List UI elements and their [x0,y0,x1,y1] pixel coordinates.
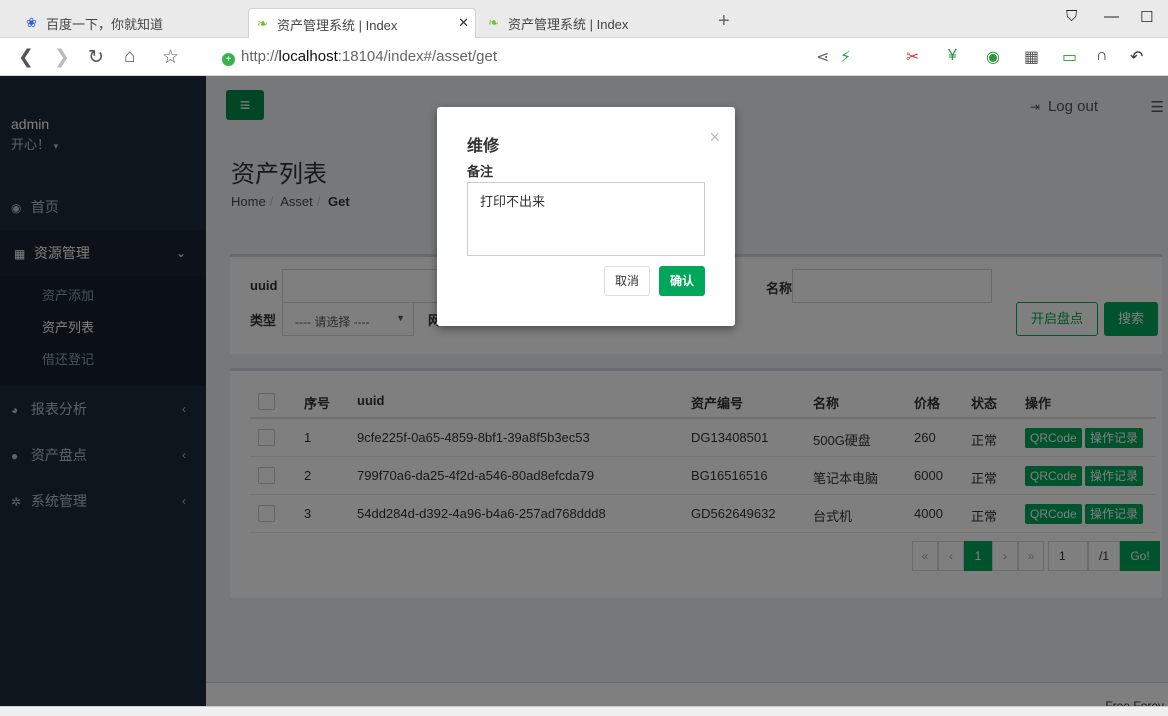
tab-title: 资产管理系统 | Index [508,17,629,32]
browser-tab-baidu[interactable]: ❀ 百度一下，你就知道 [18,8,173,38]
star-icon[interactable]: ☆ [162,46,179,69]
modal-title: 维修 [467,138,500,155]
paw-icon: ❀ [26,15,37,30]
battery-icon[interactable]: ▭ [1062,47,1077,67]
chat-icon[interactable]: ◉ [986,47,1000,67]
leaf-icon: ❧ [257,16,268,31]
currency-icon[interactable]: ¥ [948,47,957,65]
tab-title: 资产管理系统 | Index [277,18,398,33]
address-bar: ❮ ❯ ↻ ⌂ ☆ + http://localhost:18104/index#… [0,38,1168,76]
back-icon[interactable]: ❮ [18,46,34,69]
url-field[interactable]: + http://localhost:18104/index#/asset/get [222,48,497,66]
remark-textarea[interactable]: 打印不出来 [467,182,705,256]
home-icon[interactable]: ⌂ [124,46,135,68]
headphones-icon[interactable]: ∩ [1096,47,1108,65]
lightning-icon[interactable]: ⚡ [840,47,851,67]
browser-tab-index[interactable]: ❧ 资产管理系统 | Index [480,8,638,38]
browser-tab-bar: ❀ 百度一下，你就知道 ❧ 资产管理系统 | Index ✕ ❧ 资产管理系统 … [0,0,1168,38]
close-tab-icon[interactable]: ✕ [458,15,469,31]
secure-icon: + [222,53,235,66]
cancel-button[interactable]: 取消 [604,266,650,296]
shirt-icon[interactable]: ⛉ [1066,8,1077,25]
scissors-icon[interactable]: ✂ [906,47,919,67]
reload-icon[interactable]: ↻ [88,46,104,69]
url-host: localhost [278,48,338,65]
url-path: :18104/index#/asset/get [337,48,498,65]
tab-title: 百度一下，你就知道 [46,17,164,32]
undo-icon[interactable]: ↶ [1130,47,1143,67]
browser-tab-index-active[interactable]: ❧ 资产管理系统 | Index ✕ [248,8,476,38]
minimize-icon[interactable]: — [1104,8,1119,25]
leaf-icon: ❧ [488,15,499,30]
share-icon[interactable]: ⋖ [816,47,829,67]
close-icon[interactable]: × [709,127,720,148]
forward-icon[interactable]: ❯ [54,46,70,69]
remark-label: 备注 [467,164,494,179]
url-scheme: http:// [241,48,279,65]
apps-icon[interactable]: ▦ [1024,47,1039,67]
browser-status-bar [0,706,1168,716]
maximize-icon[interactable]: ☐ [1140,8,1153,26]
confirm-button[interactable]: 确认 [659,266,705,296]
new-tab-button[interactable]: + [718,10,730,33]
repair-modal: 维修 × 备注 打印不出来 取消 确认 [437,107,735,326]
